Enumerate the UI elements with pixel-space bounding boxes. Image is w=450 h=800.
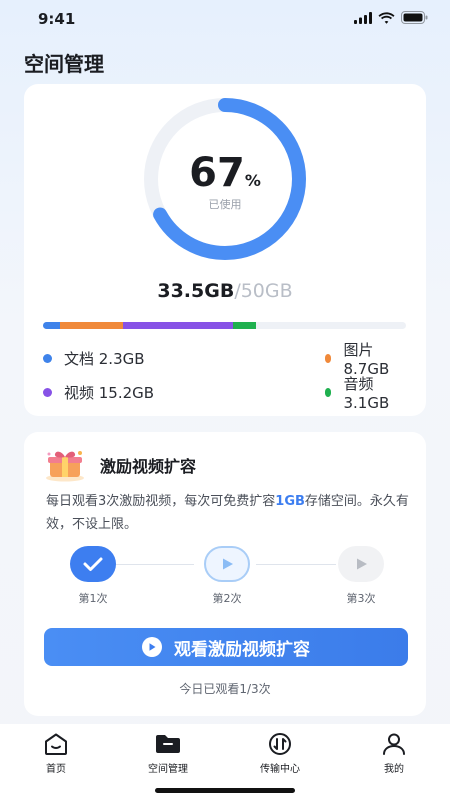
gift-box-icon — [46, 451, 84, 482]
usage-segment-images — [59, 322, 123, 329]
status-bar: 9:41 — [0, 0, 450, 40]
reward-video-card: 激励视频扩容 每日观看3次激励视频，每次可免费扩容1GB存储空间。永久有效，不设… — [24, 432, 426, 716]
tab-mine[interactable]: 我的 — [354, 732, 434, 775]
videos-dot — [43, 387, 52, 397]
reward-desc-highlight: 1GB — [275, 494, 305, 509]
home-icon — [45, 733, 67, 755]
wifi-icon — [378, 11, 395, 24]
usage-percent: 67% — [24, 150, 426, 196]
reward-desc-before: 每日观看3次激励视频，每次可免费扩容 — [46, 494, 276, 509]
legend-item-audio: 音频 3.1GB — [225, 375, 407, 412]
step-3-label: 第3次 — [346, 592, 376, 605]
folder-icon — [156, 735, 180, 753]
tab-transfer-center-label: 传输中心 — [260, 764, 300, 775]
images-dot — [324, 353, 332, 363]
capacity-text: 33.5GB/50GB — [24, 280, 426, 302]
step-1-label: 第1次 — [78, 592, 108, 605]
audio-dot — [324, 387, 332, 397]
play-icon — [223, 558, 233, 570]
home-indicator — [155, 788, 295, 793]
legend-item-documents: 文档 2.3GB — [43, 348, 225, 368]
used-label: 已使用 — [208, 198, 242, 211]
page-title: 空间管理 — [24, 52, 104, 76]
storage-usage-card: 67% 已使用 33.5GB/50GB 文档 2.3GB 图片 8.7GB 视频… — [24, 84, 426, 416]
usage-legend: 文档 2.3GB 图片 8.7GB 视频 15.2GB 音频 3.1GB — [43, 341, 407, 412]
step-connector — [256, 564, 336, 565]
usage-segment-videos — [122, 322, 234, 329]
usage-breakdown-bar — [43, 322, 406, 329]
legend-item-videos: 视频 15.2GB — [43, 382, 225, 402]
watch-reward-video-button[interactable]: 观看激励视频扩容 — [44, 628, 408, 666]
reward-description: 每日观看3次激励视频，每次可免费扩容1GB存储空间。永久有效，不设上限。 — [46, 490, 416, 536]
usage-segment-audio — [233, 322, 256, 329]
capacity-used: 33.5GB — [157, 280, 235, 302]
battery-icon — [401, 11, 428, 24]
documents-dot — [43, 353, 52, 363]
usage-percent-unit: % — [244, 171, 261, 190]
legend-label-audio: 音频 3.1GB — [343, 374, 390, 412]
legend-label-documents: 文档 2.3GB — [64, 349, 145, 368]
checkmark-icon — [83, 557, 103, 571]
play-circle-icon — [142, 637, 162, 657]
tab-mine-label: 我的 — [384, 764, 404, 775]
status-icons — [354, 11, 428, 24]
capacity-total: /50GB — [234, 280, 293, 302]
status-time: 9:41 — [38, 10, 76, 28]
daily-watch-progress: 今日已观看1/3次 — [179, 682, 271, 696]
step-connector — [116, 564, 194, 565]
reward-title: 激励视频扩容 — [100, 457, 197, 476]
step-3-locked — [338, 546, 384, 582]
transfer-icon — [269, 733, 291, 755]
tab-space-management[interactable]: 空间管理 — [128, 732, 208, 775]
user-icon — [383, 733, 405, 755]
legend-item-images: 图片 8.7GB — [225, 341, 407, 378]
step-2-current[interactable] — [204, 546, 250, 582]
reward-steps: 第1次 第2次 第3次 — [24, 546, 426, 616]
watch-button-label: 观看激励视频扩容 — [174, 639, 310, 659]
tab-home-label: 首页 — [46, 764, 66, 775]
step-1-done — [70, 546, 116, 582]
cellular-signal-icon — [354, 11, 372, 24]
tab-transfer-center[interactable]: 传输中心 — [240, 732, 320, 775]
tab-space-management-label: 空间管理 — [148, 764, 188, 775]
play-icon — [357, 558, 367, 570]
usage-segment-documents — [43, 322, 60, 329]
legend-label-videos: 视频 15.2GB — [64, 383, 155, 402]
step-2-label: 第2次 — [212, 592, 242, 605]
tab-home[interactable]: 首页 — [16, 732, 96, 775]
usage-percent-value: 67 — [189, 150, 245, 196]
reward-header: 激励视频扩容 — [44, 448, 196, 482]
